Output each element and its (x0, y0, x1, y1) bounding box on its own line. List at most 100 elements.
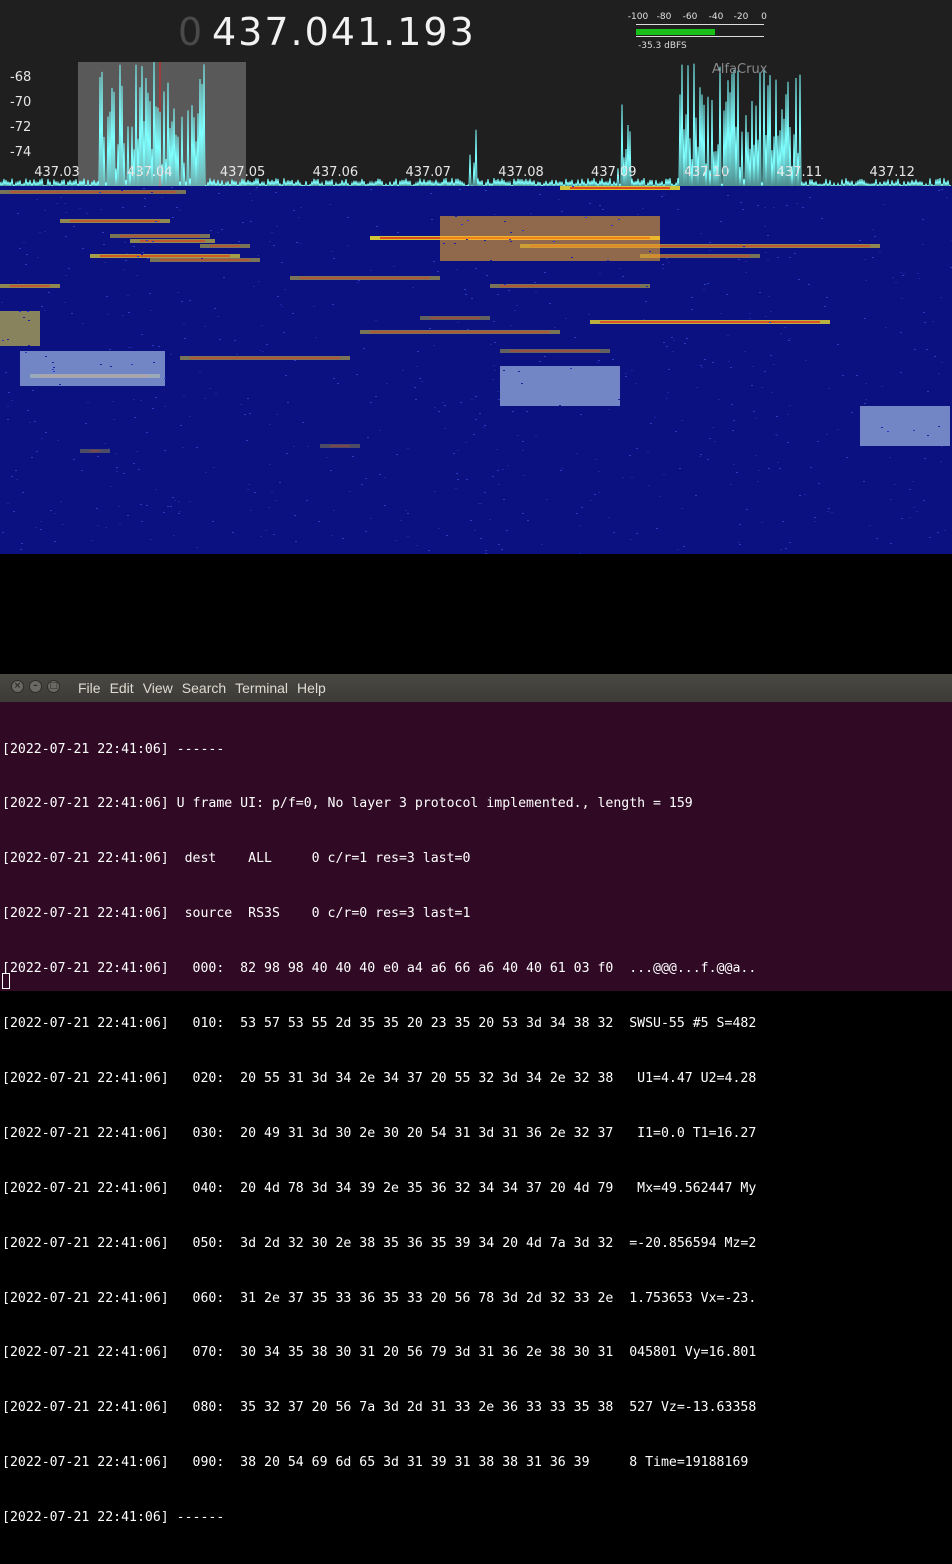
terminal-output[interactable]: [2022-07-21 22:41:06] ------ [2022-07-21… (2, 704, 950, 1564)
waterfall-noise (407, 536, 409, 537)
waterfall-noise (590, 500, 592, 501)
waterfall-noise (271, 491, 273, 492)
menu-file[interactable]: File (78, 680, 101, 696)
frequency-axis-label: 437.09 (591, 165, 637, 180)
waterfall-noise (784, 327, 786, 328)
waterfall-noise (842, 375, 844, 376)
waterfall-noise (879, 251, 881, 252)
waterfall-noise (929, 537, 931, 538)
waterfall-noise (471, 298, 473, 299)
waterfall-noise (279, 482, 281, 483)
db-axis-label: -74 (10, 145, 32, 160)
waterfall-noise (876, 538, 878, 539)
waterfall-noise (727, 195, 729, 196)
menu-edit[interactable]: Edit (110, 680, 134, 696)
frequency-lead-digit[interactable]: 0 (178, 10, 203, 54)
waterfall-streak-core (100, 255, 230, 257)
waterfall-noise (393, 266, 395, 267)
waterfall-noise (727, 335, 729, 336)
waterfall-noise (7, 419, 9, 420)
frequency-readout[interactable]: 437.041.193 (212, 10, 476, 54)
close-icon[interactable]: × (11, 680, 24, 693)
spectrum-display[interactable]: 0 437.041.193 -100 -80 -60 -40 -20 0 -35… (0, 0, 952, 186)
waterfall-noise (523, 475, 525, 476)
waterfall-noise (71, 313, 73, 314)
waterfall-noise (490, 344, 492, 345)
waterfall-noise (574, 337, 576, 338)
waterfall-noise (890, 543, 892, 544)
waterfall-noise (712, 362, 714, 363)
waterfall-burst (860, 406, 950, 446)
waterfall-noise (733, 464, 735, 465)
waterfall-noise (480, 503, 482, 504)
waterfall-noise (922, 219, 924, 220)
waterfall-noise (494, 342, 496, 343)
waterfall-noise (97, 456, 99, 457)
waterfall-noise (247, 398, 249, 399)
waterfall-noise (516, 305, 518, 306)
waterfall-noise (151, 192, 153, 193)
waterfall-noise (219, 339, 221, 340)
waterfall-noise (48, 292, 50, 293)
maximize-icon[interactable]: □ (47, 680, 60, 693)
waterfall-noise (181, 301, 183, 302)
waterfall-noise (53, 371, 55, 372)
waterfall-noise (442, 402, 444, 403)
waterfall-noise (485, 190, 487, 191)
waterfall-noise (782, 521, 784, 522)
waterfall-noise (85, 423, 87, 424)
waterfall-noise (137, 256, 139, 257)
waterfall-noise (419, 378, 421, 379)
waterfall-noise (331, 251, 333, 252)
waterfall-noise (29, 422, 31, 423)
waterfall-noise (434, 491, 436, 492)
waterfall-noise (50, 510, 52, 511)
waterfall-noise (662, 264, 664, 265)
waterfall-noise (118, 506, 120, 507)
waterfall-noise (152, 345, 154, 346)
waterfall-plot[interactable] (0, 186, 952, 554)
waterfall-noise (99, 192, 101, 193)
waterfall-noise (827, 511, 829, 512)
waterfall-noise (82, 248, 84, 249)
waterfall-noise (635, 383, 637, 384)
menu-search[interactable]: Search (182, 680, 226, 696)
waterfall-noise (7, 406, 9, 407)
spectrum-plot[interactable] (0, 0, 952, 186)
terminal-window[interactable]: × – □ File Edit View Search Terminal Hel… (0, 674, 952, 1525)
waterfall-noise (788, 340, 790, 341)
waterfall-noise (625, 376, 627, 377)
waterfall-noise (666, 346, 668, 347)
waterfall-noise (16, 479, 18, 480)
waterfall-noise (559, 405, 561, 406)
waterfall-noise (859, 240, 861, 241)
waterfall-noise (740, 202, 742, 203)
waterfall-noise (856, 375, 858, 376)
waterfall-noise (595, 459, 597, 460)
menu-terminal[interactable]: Terminal (235, 680, 288, 696)
waterfall-noise (700, 233, 702, 234)
waterfall-noise (86, 213, 88, 214)
waterfall-noise (765, 252, 767, 253)
waterfall-noise (709, 242, 711, 243)
waterfall-display[interactable] (0, 186, 952, 554)
waterfall-noise (570, 368, 572, 369)
waterfall-noise (176, 207, 178, 208)
waterfall-noise (300, 207, 302, 208)
menu-help[interactable]: Help (297, 680, 326, 696)
waterfall-noise (681, 508, 683, 509)
waterfall-noise (780, 333, 782, 334)
waterfall-noise (60, 501, 62, 502)
waterfall-noise (808, 284, 810, 285)
waterfall-noise (707, 459, 709, 460)
waterfall-streak-core (330, 445, 350, 447)
waterfall-noise (276, 414, 278, 415)
waterfall-noise (576, 453, 578, 454)
waterfall-noise (598, 360, 600, 361)
waterfall-noise (924, 458, 926, 459)
waterfall-noise (370, 402, 372, 403)
menu-view[interactable]: View (143, 680, 173, 696)
minimize-icon[interactable]: – (29, 680, 42, 693)
waterfall-noise (903, 273, 905, 274)
waterfall-noise (864, 259, 866, 260)
